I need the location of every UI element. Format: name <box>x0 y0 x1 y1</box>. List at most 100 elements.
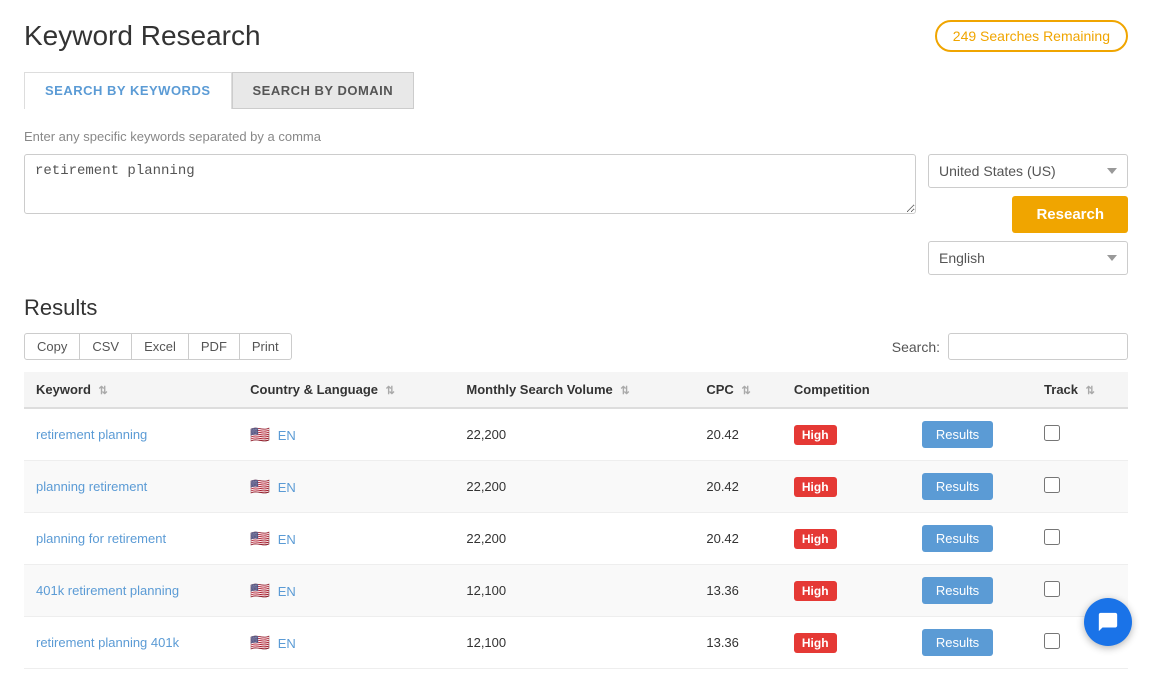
cell-country-language: 🇺🇸 EN <box>238 617 454 669</box>
col-actions <box>910 372 1032 408</box>
results-button[interactable]: Results <box>922 473 993 500</box>
export-buttons: Copy CSV Excel PDF Print <box>24 333 292 360</box>
cell-track <box>1032 513 1128 565</box>
search-section: Enter any specific keywords separated by… <box>0 109 1152 295</box>
search-hint: Enter any specific keywords separated by… <box>24 129 1128 144</box>
competition-badge: High <box>794 425 837 445</box>
country-select[interactable]: United States (US) United Kingdom (UK) C… <box>928 154 1128 188</box>
sort-icon-cpc[interactable]: ⇅ <box>741 385 750 397</box>
cell-volume: 12,100 <box>454 617 694 669</box>
tab-bar: SEARCH BY KEYWORDS SEARCH BY DOMAIN <box>0 62 1152 109</box>
cell-country-language: 🇺🇸 EN <box>238 461 454 513</box>
competition-badge: High <box>794 477 837 497</box>
keyword-link[interactable]: retirement planning <box>36 427 147 442</box>
lang-code: EN <box>278 428 296 443</box>
language-select[interactable]: English Spanish French German <box>928 241 1128 275</box>
col-track: Track ⇅ <box>1032 372 1128 408</box>
table-row: planning retirement 🇺🇸 EN 22,200 20.42 H… <box>24 461 1128 513</box>
flag-icon: 🇺🇸 <box>250 531 270 548</box>
table-search-input[interactable] <box>948 333 1128 360</box>
results-button[interactable]: Results <box>922 421 993 448</box>
col-competition: Competition <box>782 372 910 408</box>
sort-icon-track[interactable]: ⇅ <box>1086 385 1095 397</box>
cell-keyword: retirement planning 401k <box>24 617 238 669</box>
competition-badge: High <box>794 529 837 549</box>
results-button[interactable]: Results <box>922 577 993 604</box>
chat-button[interactable] <box>1084 598 1132 646</box>
keyword-link[interactable]: retirement planning 401k <box>36 635 179 650</box>
track-checkbox[interactable] <box>1044 425 1060 441</box>
cell-country-language: 🇺🇸 EN <box>238 565 454 617</box>
cell-results-btn: Results <box>910 408 1032 461</box>
cell-results-btn: Results <box>910 461 1032 513</box>
action-bar: Copy CSV Excel PDF Print Search: <box>24 333 1128 360</box>
table-row: retirement planning 401k 🇺🇸 EN 12,100 13… <box>24 617 1128 669</box>
cell-keyword: planning retirement <box>24 461 238 513</box>
track-checkbox[interactable] <box>1044 633 1060 649</box>
sort-icon-volume[interactable]: ⇅ <box>620 385 629 397</box>
table-row: retirement planning 🇺🇸 EN 22,200 20.42 H… <box>24 408 1128 461</box>
flag-icon: 🇺🇸 <box>250 427 270 444</box>
flag-icon: 🇺🇸 <box>250 479 270 496</box>
lang-code: EN <box>278 532 296 547</box>
searches-remaining-badge: 249 Searches Remaining <box>935 20 1128 52</box>
keyword-input[interactable]: retirement planning <box>24 154 916 214</box>
cell-cpc: 20.42 <box>694 513 782 565</box>
lang-code: EN <box>278 480 296 495</box>
cell-results-btn: Results <box>910 565 1032 617</box>
cell-track <box>1032 461 1128 513</box>
cell-track <box>1032 408 1128 461</box>
cell-competition: High <box>782 617 910 669</box>
search-label: Search: <box>892 339 940 355</box>
chat-icon <box>1097 611 1119 633</box>
track-checkbox[interactable] <box>1044 477 1060 493</box>
cell-results-btn: Results <box>910 513 1032 565</box>
results-table: Keyword ⇅ Country & Language ⇅ Monthly S… <box>24 372 1128 669</box>
lang-code: EN <box>278 636 296 651</box>
flag-icon: 🇺🇸 <box>250 583 270 600</box>
pdf-button[interactable]: PDF <box>189 333 240 360</box>
cell-results-btn: Results <box>910 617 1032 669</box>
col-keyword: Keyword ⇅ <box>24 372 238 408</box>
results-button[interactable]: Results <box>922 525 993 552</box>
csv-button[interactable]: CSV <box>80 333 132 360</box>
tab-search-by-keywords[interactable]: SEARCH BY KEYWORDS <box>24 72 232 109</box>
cell-cpc: 13.36 <box>694 617 782 669</box>
tab-search-by-domain[interactable]: SEARCH BY DOMAIN <box>232 72 415 109</box>
research-button[interactable]: Research <box>1012 196 1128 233</box>
keyword-link[interactable]: planning for retirement <box>36 531 166 546</box>
copy-button[interactable]: Copy <box>24 333 80 360</box>
cell-competition: High <box>782 565 910 617</box>
cell-volume: 22,200 <box>454 408 694 461</box>
header: Keyword Research 249 Searches Remaining <box>0 0 1152 62</box>
cell-country-language: 🇺🇸 EN <box>238 513 454 565</box>
keyword-link[interactable]: 401k retirement planning <box>36 583 179 598</box>
excel-button[interactable]: Excel <box>132 333 189 360</box>
col-cpc: CPC ⇅ <box>694 372 782 408</box>
cell-country-language: 🇺🇸 EN <box>238 408 454 461</box>
cell-volume: 22,200 <box>454 461 694 513</box>
results-section: Results Copy CSV Excel PDF Print Search:… <box>0 295 1152 693</box>
table-row: planning for retirement 🇺🇸 EN 22,200 20.… <box>24 513 1128 565</box>
sort-icon-country[interactable]: ⇅ <box>386 385 395 397</box>
flag-icon: 🇺🇸 <box>250 635 270 652</box>
competition-badge: High <box>794 581 837 601</box>
search-row: retirement planning United States (US) U… <box>24 154 1128 275</box>
table-search-area: Search: <box>892 333 1128 360</box>
results-title: Results <box>24 295 1128 321</box>
sort-icon-keyword[interactable]: ⇅ <box>99 385 108 397</box>
cell-keyword: retirement planning <box>24 408 238 461</box>
print-button[interactable]: Print <box>240 333 292 360</box>
page-title: Keyword Research <box>24 20 261 52</box>
cell-cpc: 20.42 <box>694 408 782 461</box>
track-checkbox[interactable] <box>1044 581 1060 597</box>
cell-keyword: 401k retirement planning <box>24 565 238 617</box>
results-button[interactable]: Results <box>922 629 993 656</box>
col-country-language: Country & Language ⇅ <box>238 372 454 408</box>
cell-keyword: planning for retirement <box>24 513 238 565</box>
keyword-link[interactable]: planning retirement <box>36 479 147 494</box>
col-monthly-volume: Monthly Search Volume ⇅ <box>454 372 694 408</box>
track-checkbox[interactable] <box>1044 529 1060 545</box>
lang-code: EN <box>278 584 296 599</box>
cell-competition: High <box>782 513 910 565</box>
